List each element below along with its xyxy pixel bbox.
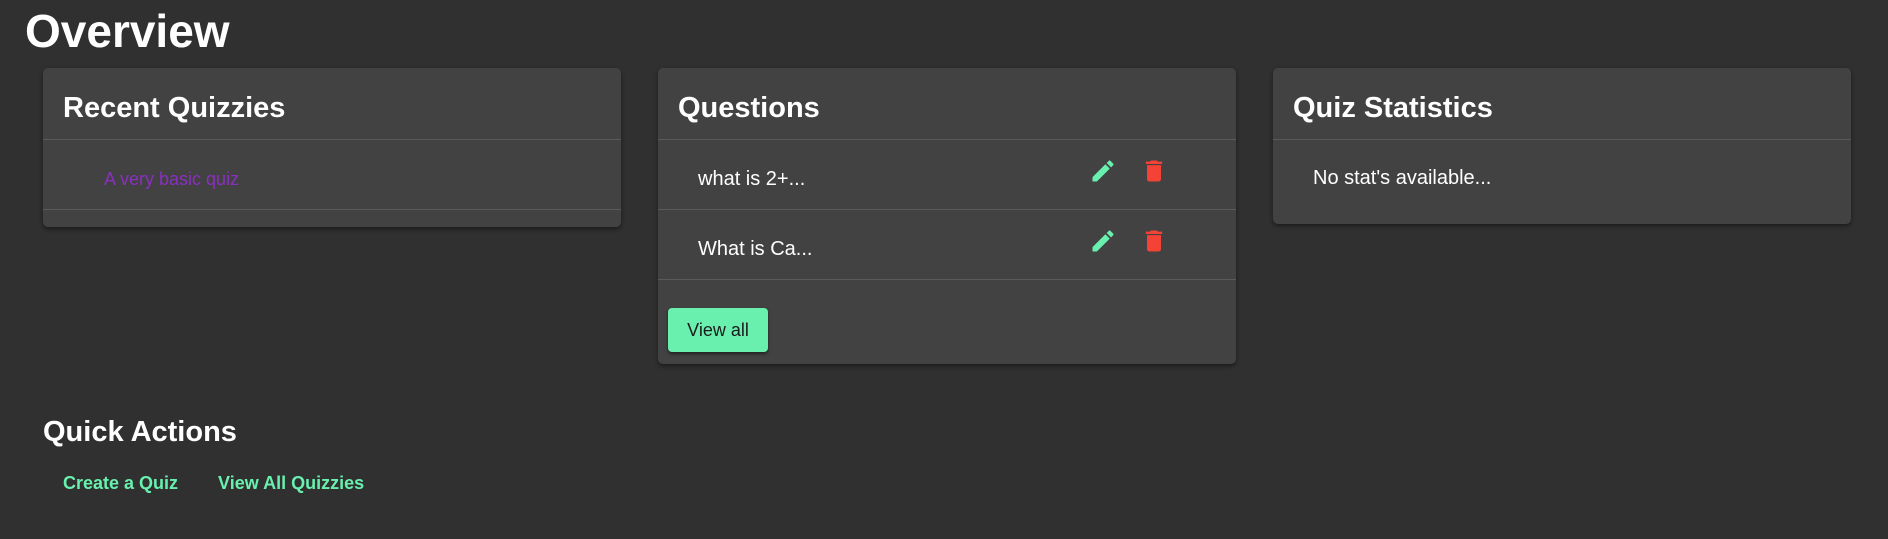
- question-text: What is Ca...: [698, 238, 813, 260]
- questions-title: Questions: [678, 92, 820, 124]
- question-row: What is Ca...: [658, 210, 1236, 280]
- card-footer: [43, 210, 621, 227]
- quiz-statistics-body: No stat's available...: [1273, 140, 1851, 224]
- quiz-statistics-title: Quiz Statistics: [1293, 92, 1493, 124]
- delete-button[interactable]: [1137, 224, 1171, 258]
- view-all-button[interactable]: View all: [668, 308, 768, 352]
- questions-card: Questions what is 2+... What is Ca... Vi…: [658, 68, 1236, 364]
- quiz-link[interactable]: A very basic quiz: [104, 169, 239, 190]
- edit-button[interactable]: [1086, 224, 1120, 258]
- questions-header: Questions: [658, 68, 1236, 140]
- page-title: Overview: [25, 5, 230, 57]
- question-row: what is 2+...: [658, 140, 1236, 210]
- recent-quizzes-title: Recent Quizzies: [63, 92, 286, 124]
- quick-actions-links: Create a Quiz View All Quizzies: [63, 470, 364, 496]
- trash-icon: [1145, 160, 1163, 182]
- pencil-icon: [1092, 160, 1114, 182]
- quiz-statistics-card: Quiz Statistics No stat's available...: [1273, 68, 1851, 224]
- list-item: A very basic quiz: [43, 140, 621, 210]
- trash-icon: [1145, 230, 1163, 252]
- empty-state-text: No stat's available...: [1313, 167, 1492, 189]
- quiz-statistics-header: Quiz Statistics: [1273, 68, 1851, 140]
- edit-button[interactable]: [1086, 154, 1120, 188]
- recent-quizzes-card: Recent Quizzies A very basic quiz: [43, 68, 621, 227]
- view-all-quizzes-link[interactable]: View All Quizzies: [218, 470, 364, 496]
- recent-quizzes-header: Recent Quizzies: [43, 68, 621, 140]
- pencil-icon: [1092, 230, 1114, 252]
- create-quiz-link[interactable]: Create a Quiz: [63, 470, 178, 496]
- delete-button[interactable]: [1137, 154, 1171, 188]
- overview-page: Overview Recent Quizzies A very basic qu…: [0, 0, 1888, 539]
- question-text: what is 2+...: [698, 168, 806, 190]
- questions-actions: View all: [658, 280, 1236, 364]
- quick-actions-title: Quick Actions: [43, 416, 237, 448]
